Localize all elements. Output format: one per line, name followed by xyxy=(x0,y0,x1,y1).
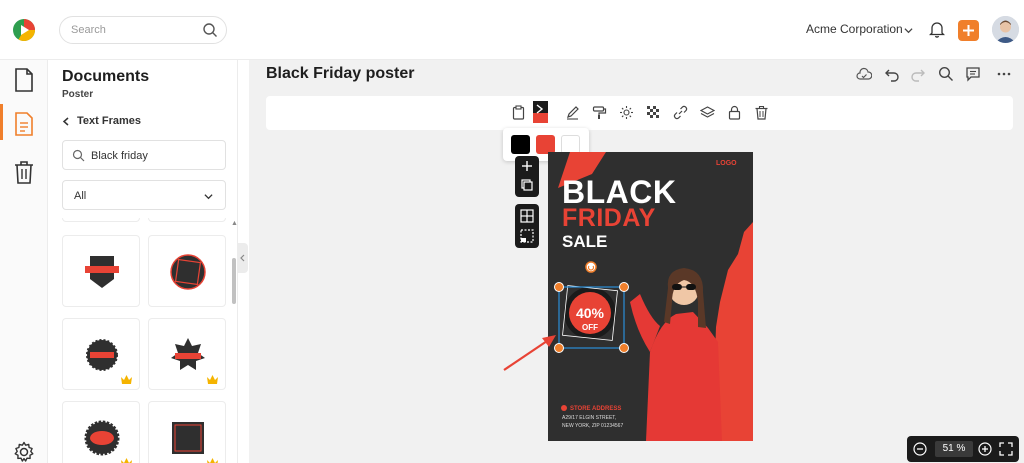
round-ribbon-shape xyxy=(86,339,118,371)
fullscreen-icon[interactable] xyxy=(998,441,1014,457)
frames-search-value: Black friday xyxy=(91,150,148,162)
documents-panel: Documents Poster Text Frames Black frida… xyxy=(48,60,238,463)
collapse-panel-handle[interactable] xyxy=(238,243,248,273)
organization-name[interactable]: Acme Corporation xyxy=(806,22,903,36)
fill-color-button[interactable] xyxy=(533,101,548,123)
square-frame-shape xyxy=(172,422,204,454)
element-side-tools xyxy=(515,156,539,197)
zoom-out-icon[interactable] xyxy=(912,441,928,457)
frames-grid xyxy=(62,218,232,463)
annotation-arrow-icon xyxy=(503,335,556,371)
text-document-icon xyxy=(15,112,33,136)
grid-layout-icon[interactable] xyxy=(515,206,539,226)
more-options-icon[interactable] xyxy=(996,66,1012,82)
search-icon xyxy=(72,149,85,162)
cloud-sync-icon[interactable] xyxy=(856,66,872,82)
chevron-left-icon xyxy=(62,117,69,126)
transparency-icon[interactable] xyxy=(646,105,661,120)
panel-scrollbar-thumb[interactable] xyxy=(232,258,236,304)
rail-item-documents[interactable] xyxy=(0,60,48,100)
app-logo-icon[interactable] xyxy=(12,18,36,42)
frame-thumbnail[interactable] xyxy=(148,218,226,222)
poster-store-label[interactable]: STORE ADDRESS xyxy=(570,406,621,412)
badge-percent-text[interactable]: 40% xyxy=(565,305,615,321)
panel-title: Documents xyxy=(62,68,150,85)
frames-search-input[interactable]: Black friday xyxy=(62,140,226,170)
back-label: Text Frames xyxy=(77,115,141,127)
scroll-up-arrow[interactable]: ▲ xyxy=(231,220,238,227)
star-ribbon-shape xyxy=(171,338,205,370)
user-avatar[interactable] xyxy=(992,16,1019,43)
rail-item-trash[interactable] xyxy=(0,152,48,192)
pen-icon[interactable] xyxy=(565,105,580,120)
search-icon[interactable] xyxy=(938,66,954,82)
category-select[interactable]: All xyxy=(62,180,226,210)
frame-thumbnail-star-ribbon[interactable] xyxy=(148,318,226,390)
trash-icon xyxy=(15,161,33,184)
chevron-left-icon xyxy=(240,254,245,262)
brightness-icon[interactable] xyxy=(619,105,634,120)
frame-thumbnail-round-ribbon[interactable] xyxy=(62,318,140,390)
badge-off-text[interactable]: OFF xyxy=(565,323,615,332)
frame-thumbnail-circle-frame[interactable] xyxy=(148,235,226,307)
element-arrange-tools xyxy=(515,204,539,248)
notification-bell-icon[interactable] xyxy=(929,21,945,38)
frame-thumbnail-seal-ribbon[interactable] xyxy=(62,401,140,463)
settings-gear-icon[interactable] xyxy=(13,441,35,463)
fill-color-icon xyxy=(533,104,548,123)
comments-icon[interactable] xyxy=(965,66,981,82)
create-new-button[interactable] xyxy=(958,20,979,41)
shield-banner-shape xyxy=(85,256,119,288)
undo-icon[interactable] xyxy=(884,66,900,82)
crown-icon xyxy=(207,375,218,384)
poster-address-line1[interactable]: A29/17 ELGIN STREET, xyxy=(562,415,616,421)
document-icon xyxy=(15,68,33,92)
clipboard-icon[interactable] xyxy=(511,105,526,120)
category-select-value: All xyxy=(74,190,87,202)
panel-subtitle: Poster xyxy=(62,89,94,100)
chevron-down-icon xyxy=(204,194,213,200)
rail-item-templates[interactable] xyxy=(0,104,48,144)
search-icon[interactable] xyxy=(202,22,218,38)
user-avatar-image xyxy=(992,16,1019,43)
poster-headline-friday[interactable]: FRIDAY xyxy=(562,204,656,233)
document-title[interactable]: Black Friday poster xyxy=(266,65,415,83)
add-icon[interactable] xyxy=(515,158,539,176)
seal-ribbon-shape xyxy=(84,420,120,456)
crown-icon xyxy=(121,375,132,384)
duplicate-icon[interactable] xyxy=(515,177,539,195)
left-rail xyxy=(0,60,48,463)
swatch-black[interactable] xyxy=(511,135,530,154)
layers-icon[interactable] xyxy=(700,105,715,120)
select-area-icon[interactable] xyxy=(515,227,539,247)
delete-icon[interactable] xyxy=(754,105,769,120)
zoom-in-icon[interactable] xyxy=(977,441,993,457)
zoom-control: 51 % xyxy=(907,436,1019,462)
global-search-placeholder: Search xyxy=(71,24,106,36)
poster-address-line2[interactable]: NEW YORK, ZIP 01234567 xyxy=(562,423,623,429)
lock-icon[interactable] xyxy=(727,105,742,120)
poster-logo-text: LOGO xyxy=(716,160,737,167)
global-search[interactable]: Search xyxy=(59,16,227,44)
paint-roller-icon[interactable] xyxy=(592,105,607,120)
element-toolbar xyxy=(266,96,1013,130)
top-bar: Search Acme Corporation xyxy=(0,0,1024,60)
poster-headline-sale[interactable]: SALE xyxy=(562,232,607,252)
frame-thumbnail-square-frame[interactable] xyxy=(148,401,226,463)
crown-icon xyxy=(121,458,132,463)
circle-frame-shape xyxy=(170,254,206,290)
chevron-down-icon[interactable] xyxy=(904,26,913,35)
frame-thumbnail[interactable] xyxy=(62,218,140,222)
plus-icon xyxy=(963,25,974,36)
crown-icon xyxy=(207,458,218,463)
zoom-value[interactable]: 51 % xyxy=(935,441,973,457)
frame-thumbnail-shield-banner[interactable] xyxy=(62,235,140,307)
link-icon[interactable] xyxy=(673,105,688,120)
redo-icon[interactable] xyxy=(910,66,926,82)
